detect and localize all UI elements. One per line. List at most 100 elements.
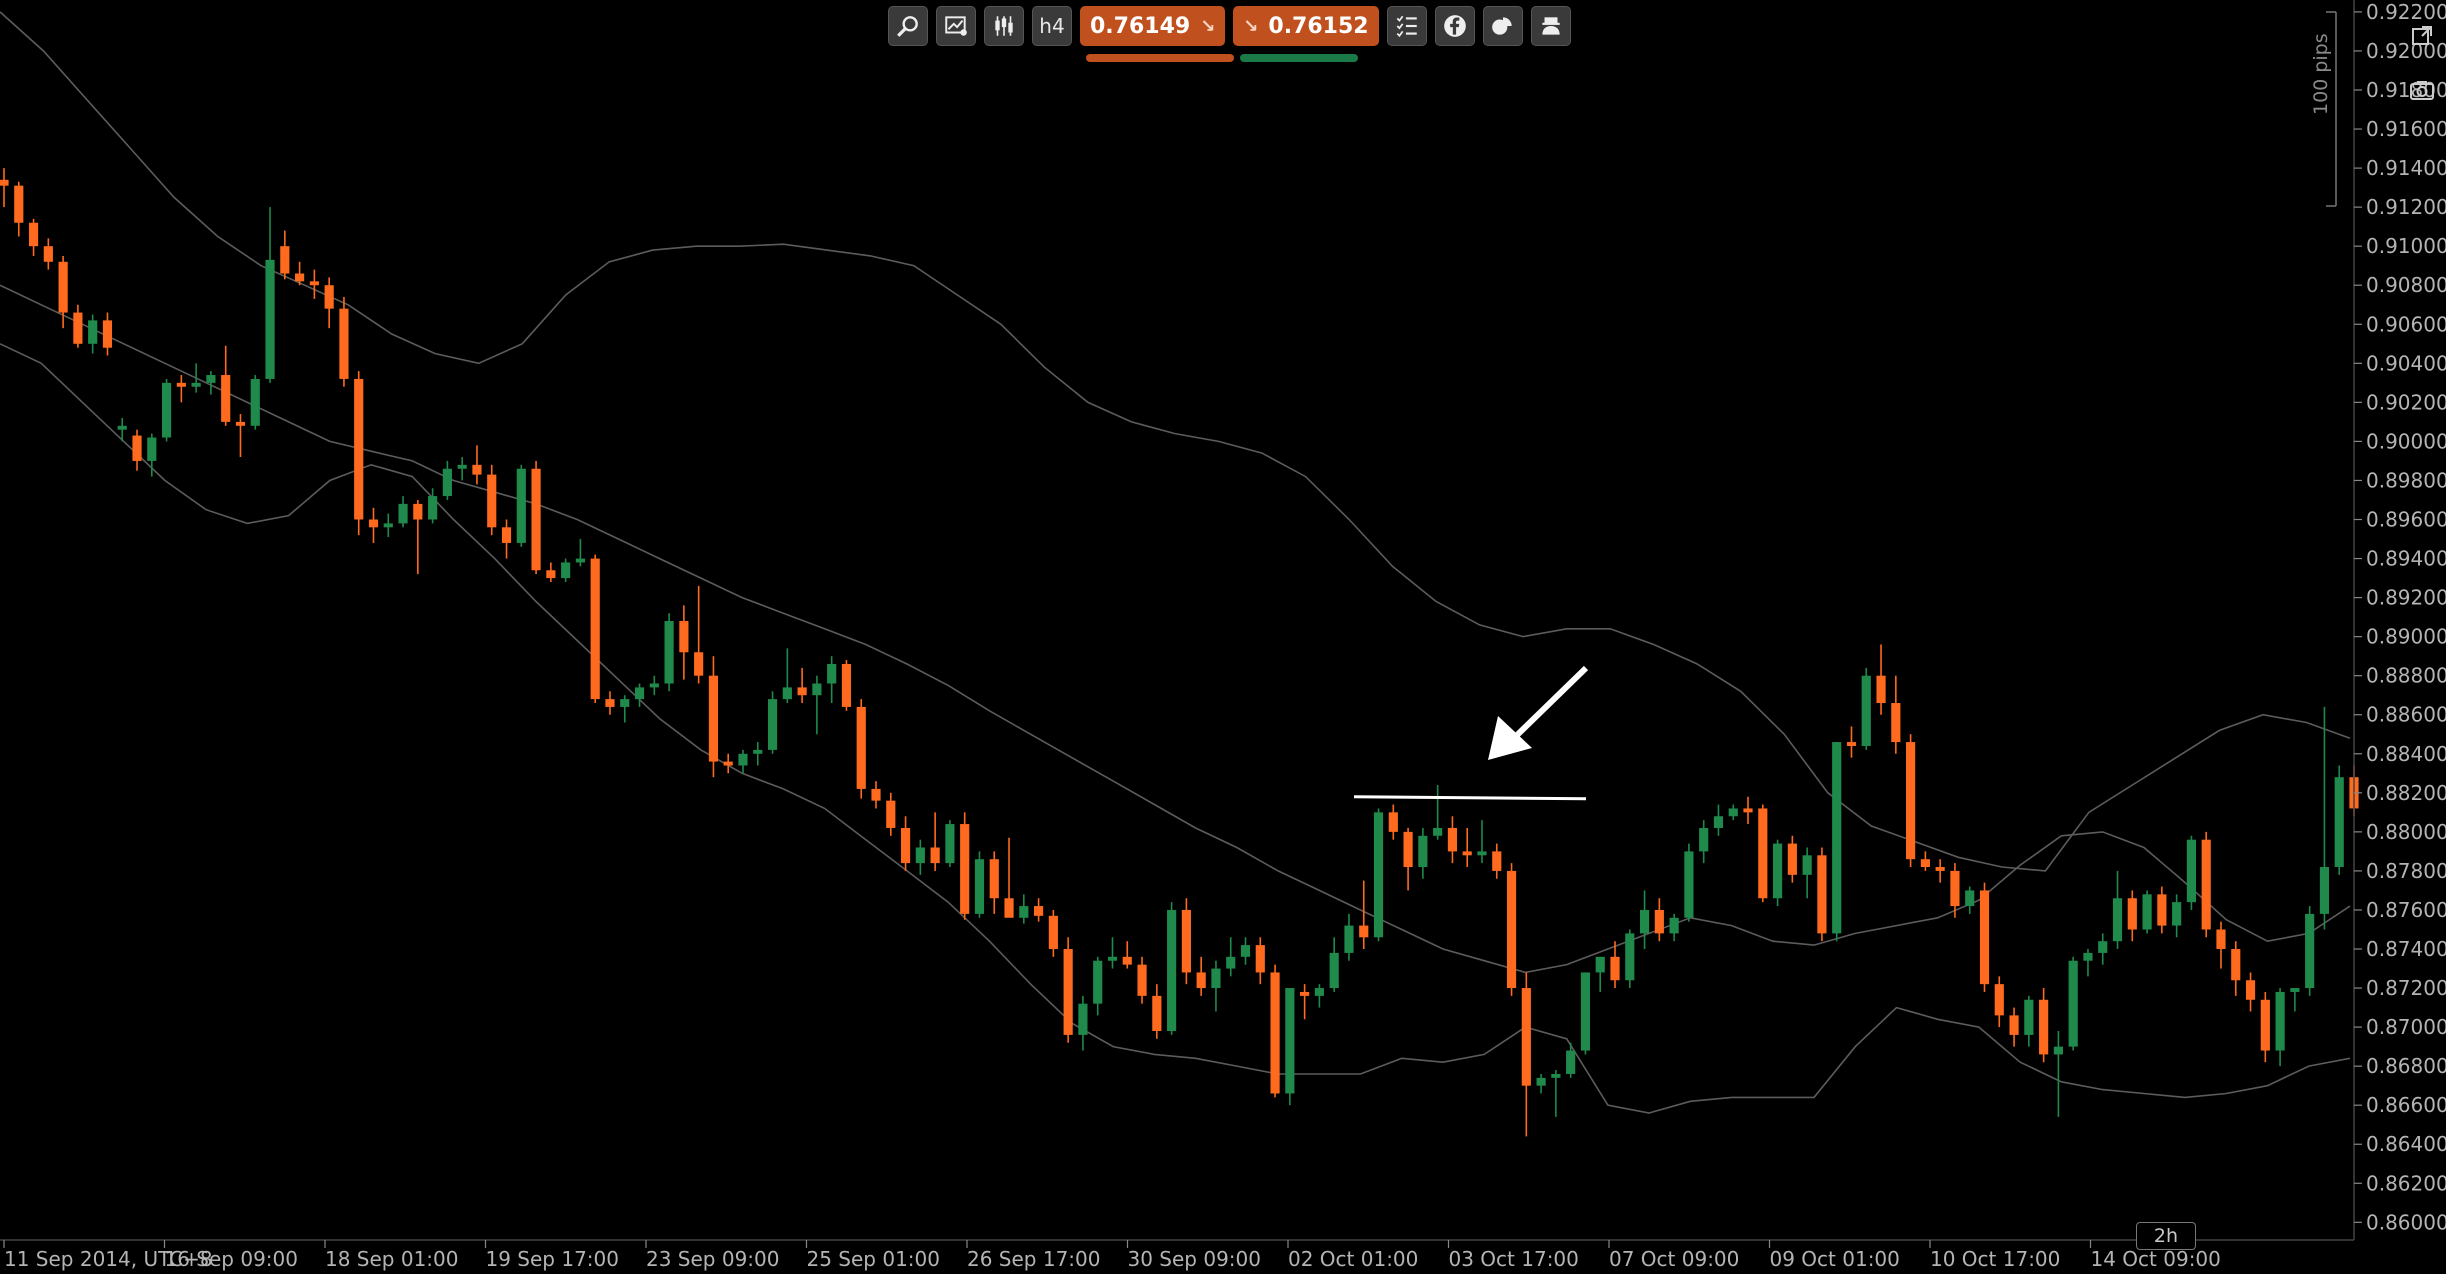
candle: [487, 464, 497, 536]
candle-body: [945, 824, 955, 864]
candle-body: [590, 558, 600, 700]
candle-body: [2127, 898, 2137, 930]
candle: [723, 753, 733, 774]
candle-body: [1181, 909, 1191, 973]
price-tick-label: 0.88800: [2366, 664, 2446, 688]
detach-icon[interactable]: [2404, 18, 2440, 54]
candle-body: [900, 827, 911, 864]
candle: [472, 445, 482, 485]
candle: [1122, 941, 1132, 969]
candle: [767, 691, 778, 754]
chart-type-icon[interactable]: [984, 6, 1024, 46]
price-tick-label: 0.91400: [2366, 156, 2446, 180]
candle: [2305, 906, 2315, 996]
price-tick-label: 0.87600: [2366, 898, 2446, 922]
price-tick-label: 0.86200: [2366, 1171, 2446, 1195]
candle-body: [2290, 988, 2300, 992]
candle: [546, 562, 556, 582]
candle: [102, 312, 113, 356]
price-tick-label: 0.87000: [2366, 1015, 2446, 1039]
time-tick-label: 03 Oct 17:00: [1449, 1247, 1579, 1271]
timeframe-badge[interactable]: 2h: [2136, 1222, 2196, 1250]
candle: [1107, 937, 1118, 969]
candle-body: [1906, 742, 1916, 860]
chart-settings-icon[interactable]: [936, 6, 976, 46]
price-axis[interactable]: 0.922000.920000.918000.916000.914000.912…: [2326, 0, 2446, 1240]
candle: [2231, 941, 2241, 996]
candle: [531, 460, 541, 575]
watchlist-icon[interactable]: [1386, 6, 1427, 46]
candle-body: [250, 378, 260, 426]
candle-body: [782, 687, 792, 700]
candle: [1699, 820, 1709, 864]
candle: [2172, 894, 2182, 938]
timeframe-icon[interactable]: h4: [1032, 6, 1072, 46]
candle-body: [1270, 972, 1280, 1094]
price-tick-label: 0.88400: [2366, 742, 2446, 766]
sell-price-button[interactable]: 0.76149 ↘: [1080, 6, 1226, 46]
candle: [501, 519, 512, 559]
middle-band-line: [0, 284, 2351, 974]
candle-body: [2142, 894, 2152, 930]
candle: [915, 839, 925, 875]
candle-body: [1743, 808, 1753, 813]
candle-body: [1122, 956, 1132, 965]
candle: [1625, 929, 1635, 989]
candle-body: [1876, 675, 1886, 704]
candle-body: [561, 562, 571, 579]
candle: [1226, 937, 1236, 977]
candle: [856, 699, 866, 799]
candle-body: [1551, 1073, 1561, 1078]
camera-icon[interactable]: [2404, 72, 2440, 108]
candle-body: [886, 800, 896, 828]
candle: [945, 820, 955, 868]
candle-body: [1935, 867, 1945, 871]
candle: [649, 675, 659, 696]
candle-body: [1462, 851, 1472, 856]
candle: [43, 238, 53, 270]
candle-body: [1063, 949, 1073, 1035]
candle: [250, 375, 260, 430]
zoom-icon[interactable]: [888, 6, 928, 46]
resistance-line[interactable]: [1353, 795, 1587, 801]
candle: [812, 675, 822, 735]
time-axis[interactable]: 11 Sep 2014, UTC+816 Sep 09:00 18 Sep 01:…: [0, 1239, 2354, 1271]
candle: [1019, 894, 1029, 924]
buy-price-button[interactable]: ↘ 0.76152: [1233, 6, 1379, 46]
candle-body: [827, 663, 837, 684]
candle-body: [43, 246, 53, 262]
candle: [1004, 837, 1014, 918]
candle-body: [1433, 827, 1443, 836]
candle-body: [1255, 945, 1265, 973]
candle-body: [1314, 988, 1324, 996]
candle: [1965, 886, 1975, 914]
candle: [2098, 933, 2108, 965]
trader-icon[interactable]: [1530, 6, 1571, 46]
time-tick-label: 10 Oct 17:00: [1930, 1247, 2060, 1271]
candle: [871, 781, 881, 809]
price-tick-label: 0.86000: [2366, 1210, 2446, 1234]
candle-body: [2053, 1046, 2063, 1055]
candle-body: [2186, 839, 2197, 903]
sentiment-icon[interactable]: [1482, 6, 1523, 46]
price-tick-label: 0.86800: [2366, 1054, 2446, 1078]
candle: [1314, 984, 1324, 1008]
candle: [368, 507, 379, 543]
annotation-arrow-icon[interactable]: [1488, 665, 1589, 760]
candle-body: [649, 683, 659, 688]
price-tick-label: 0.90000: [2366, 429, 2446, 453]
candle: [398, 496, 408, 528]
candle-body: [2112, 898, 2123, 942]
price-tick-label: 0.90600: [2366, 312, 2446, 336]
candle-body: [1477, 851, 1487, 856]
candle-body: [428, 496, 438, 520]
candle-body: [1965, 890, 1975, 907]
candle: [1255, 937, 1265, 985]
social-icon[interactable]: [1434, 6, 1475, 46]
candle: [1034, 898, 1044, 922]
candle: [280, 230, 290, 280]
candle: [2142, 890, 2152, 934]
candle: [2068, 956, 2078, 1051]
candle: [1846, 726, 1857, 758]
price-chart[interactable]: 0.922000.920000.918000.916000.914000.912…: [0, 0, 2446, 1274]
